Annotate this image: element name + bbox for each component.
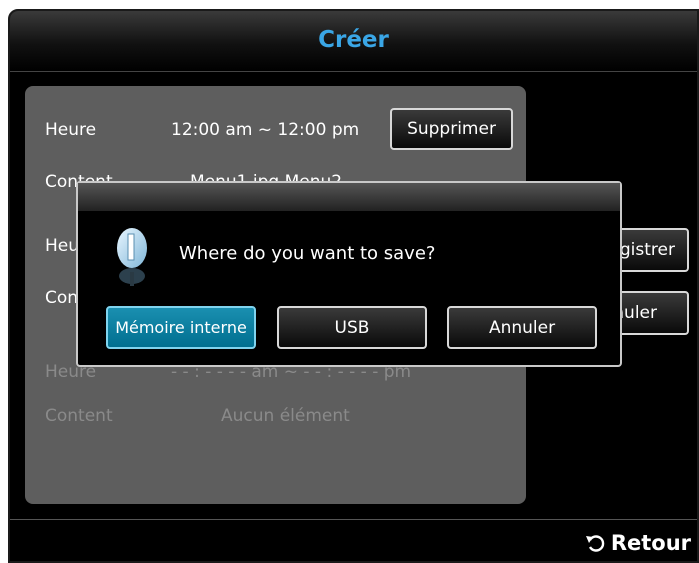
row3-content-label: Content bbox=[45, 406, 113, 426]
dialog-question: Where do you want to save? bbox=[179, 243, 436, 264]
window-title: Créer bbox=[318, 27, 389, 53]
footer-divider bbox=[10, 519, 697, 520]
row1-time-value: 12:00 am ~ 12:00 pm bbox=[171, 120, 360, 140]
back-label: Retour bbox=[610, 531, 691, 555]
row3-content-value: Aucun élément bbox=[221, 406, 350, 426]
info-icon bbox=[117, 228, 147, 286]
dialog-cancel-button[interactable]: Annuler bbox=[447, 306, 597, 349]
internal-memory-button[interactable]: Mémoire interne bbox=[106, 306, 256, 349]
dialog-header bbox=[78, 183, 620, 211]
delete-button[interactable]: Supprimer bbox=[390, 108, 513, 150]
save-location-dialog: Where do you want to save? Mémoire inter… bbox=[76, 181, 622, 367]
back-arrow-icon bbox=[585, 535, 604, 552]
back-button[interactable]: Retour bbox=[585, 531, 691, 555]
title-bar: Créer bbox=[10, 11, 697, 72]
row1-time-label: Heure bbox=[45, 120, 97, 140]
usb-button[interactable]: USB bbox=[277, 306, 427, 349]
